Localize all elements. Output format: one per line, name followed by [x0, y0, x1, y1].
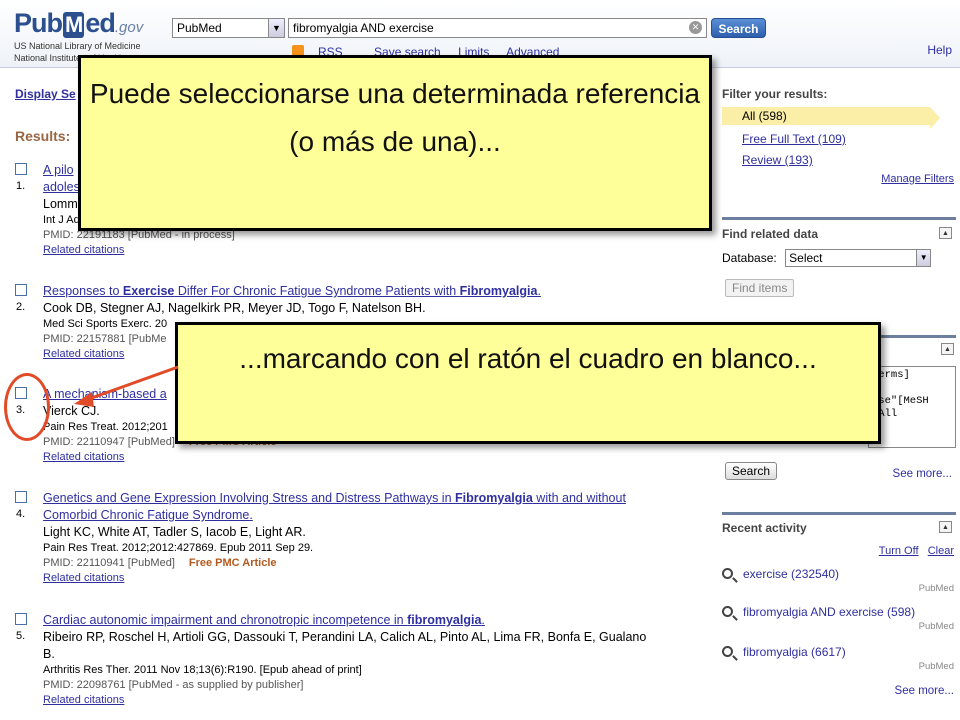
find-items-button[interactable]: Find items — [725, 279, 795, 298]
see-more-link[interactable]: See more... — [893, 468, 952, 480]
result-authors: Light KC, White AT, Tadler S, Iacob E, L… — [43, 525, 306, 539]
search-button[interactable]: Search — [711, 18, 766, 38]
section-divider — [722, 217, 956, 220]
chevron-down-icon: ▼ — [916, 250, 931, 266]
chevron-down-icon: ▼ — [268, 19, 284, 37]
logo-text-right: ed — [85, 8, 115, 38]
collapse-icon[interactable]: ▲ — [939, 227, 952, 239]
database-select[interactable]: PubMed ▼ — [172, 18, 285, 38]
display-settings-link[interactable]: Display Se — [15, 87, 76, 101]
search-icon — [722, 646, 733, 657]
filter-all[interactable]: All (598) — [722, 107, 940, 129]
result-checkbox[interactable] — [15, 491, 27, 503]
related-citations-link[interactable]: Related citations — [43, 571, 705, 586]
related-citations-link[interactable]: Related citations — [43, 450, 705, 465]
result-pmid: PMID: 22098761 [PubMed - as supplied by … — [43, 679, 304, 691]
result-pmid: PMID: 22110941 [PubMed] Free PMC Article — [43, 557, 277, 569]
result-authors-line2: B. — [43, 647, 55, 661]
filter-heading: Filter your results: — [722, 87, 828, 101]
results-heading: Results: — [15, 128, 71, 144]
collapse-icon[interactable]: ▲ — [941, 343, 954, 355]
recent-source: PubMed — [918, 661, 954, 672]
result-number: 2. — [16, 301, 26, 313]
result-journal: Pain Res Treat. 2012;2012:427869. Epub 2… — [43, 542, 314, 554]
related-database-select[interactable]: Select ▼ — [785, 249, 932, 267]
search-icon — [722, 568, 733, 579]
highlight-circle — [4, 373, 50, 441]
logo-m-mark: M — [63, 12, 85, 38]
manage-filters-link[interactable]: Manage Filters — [722, 173, 954, 185]
callout-top: Puede seleccionarse una determinada refe… — [78, 55, 712, 231]
database-value: PubMed — [177, 21, 222, 35]
section-divider — [722, 512, 956, 515]
filter-panel: Filter your results: All (598) Free Full… — [722, 87, 954, 185]
recent-activity-item[interactable]: fibromyalgia AND exercise (598) PubMed — [722, 605, 954, 632]
collapse-icon[interactable]: ▲ — [939, 521, 952, 533]
filter-free-full-text[interactable]: Free Full Text (109) — [722, 132, 954, 146]
recent-activity-panel: Recent activity ▲ Turn Off Clear — [722, 521, 954, 557]
clear-icon[interactable]: ✕ — [689, 21, 702, 34]
result-item: 5. Cardiac autonomic impairment and chro… — [15, 612, 705, 708]
logo-text-left: Pub — [14, 8, 63, 38]
search-details-actions: Search See more... — [722, 462, 954, 480]
org-line-1: US National Library of Medicine — [14, 41, 141, 51]
result-title[interactable]: Responses to Exercise Differ For Chronic… — [43, 283, 705, 300]
turn-off-link[interactable]: Turn Off — [879, 545, 919, 557]
result-title[interactable]: Cardiac autonomic impairment and chronot… — [43, 612, 705, 629]
details-search-button[interactable]: Search — [725, 462, 778, 480]
recent-activity-item[interactable]: exercise (232540) PubMed — [722, 567, 954, 594]
result-authors: Ribeiro RP, Roschel H, Artioli GG, Dasso… — [43, 630, 647, 644]
clear-link[interactable]: Clear — [928, 545, 954, 557]
result-journal: Arthritis Res Ther. 2011 Nov 18;13(6):R1… — [43, 664, 362, 676]
see-more-link[interactable]: See more... — [895, 685, 954, 697]
recent-activity-item[interactable]: fibromyalgia (6617) PubMed — [722, 645, 954, 672]
search-input[interactable]: fibromyalgia AND exercise ✕ — [288, 18, 707, 38]
related-citations-link[interactable]: Related citations — [43, 243, 705, 258]
recent-source: PubMed — [918, 621, 954, 632]
free-pmc-label: Free PMC Article — [188, 557, 277, 569]
result-title[interactable]: Genetics and Gene Expression Involving S… — [43, 490, 705, 507]
related-citations-link[interactable]: Related citations — [43, 693, 705, 708]
help-link[interactable]: Help — [927, 43, 952, 57]
search-details-textarea[interactable]: Terms] 1 ise"[MeSH [All — [868, 366, 956, 448]
find-related-panel: Find related data ▲ Database: Select ▼ Fi… — [722, 227, 954, 298]
result-number: 4. — [16, 508, 26, 520]
database-label: Database: — [722, 251, 777, 266]
find-related-heading: Find related data — [722, 227, 819, 241]
recent-source: PubMed — [918, 583, 954, 594]
result-checkbox[interactable] — [15, 284, 27, 296]
callout-bottom: ...marcando con el ratón el cuadro en bl… — [175, 322, 881, 444]
recent-activity-heading: Recent activity — [722, 521, 807, 535]
search-icon — [722, 606, 733, 617]
result-checkbox[interactable] — [15, 613, 27, 625]
result-item: 4. Genetics and Gene Expression Involvin… — [15, 490, 705, 586]
search-query: fibromyalgia AND exercise — [293, 21, 434, 35]
logo-gov: .gov — [114, 19, 144, 36]
result-number: 5. — [16, 630, 26, 642]
result-number: 1. — [16, 180, 26, 192]
result-title-line2[interactable]: Comorbid Chronic Fatigue Syndrome. — [43, 507, 705, 524]
result-authors: Cook DB, Stegner AJ, Nagelkirk PR, Meyer… — [43, 301, 426, 315]
filter-review[interactable]: Review (193) — [722, 153, 954, 167]
result-checkbox[interactable] — [15, 163, 27, 175]
